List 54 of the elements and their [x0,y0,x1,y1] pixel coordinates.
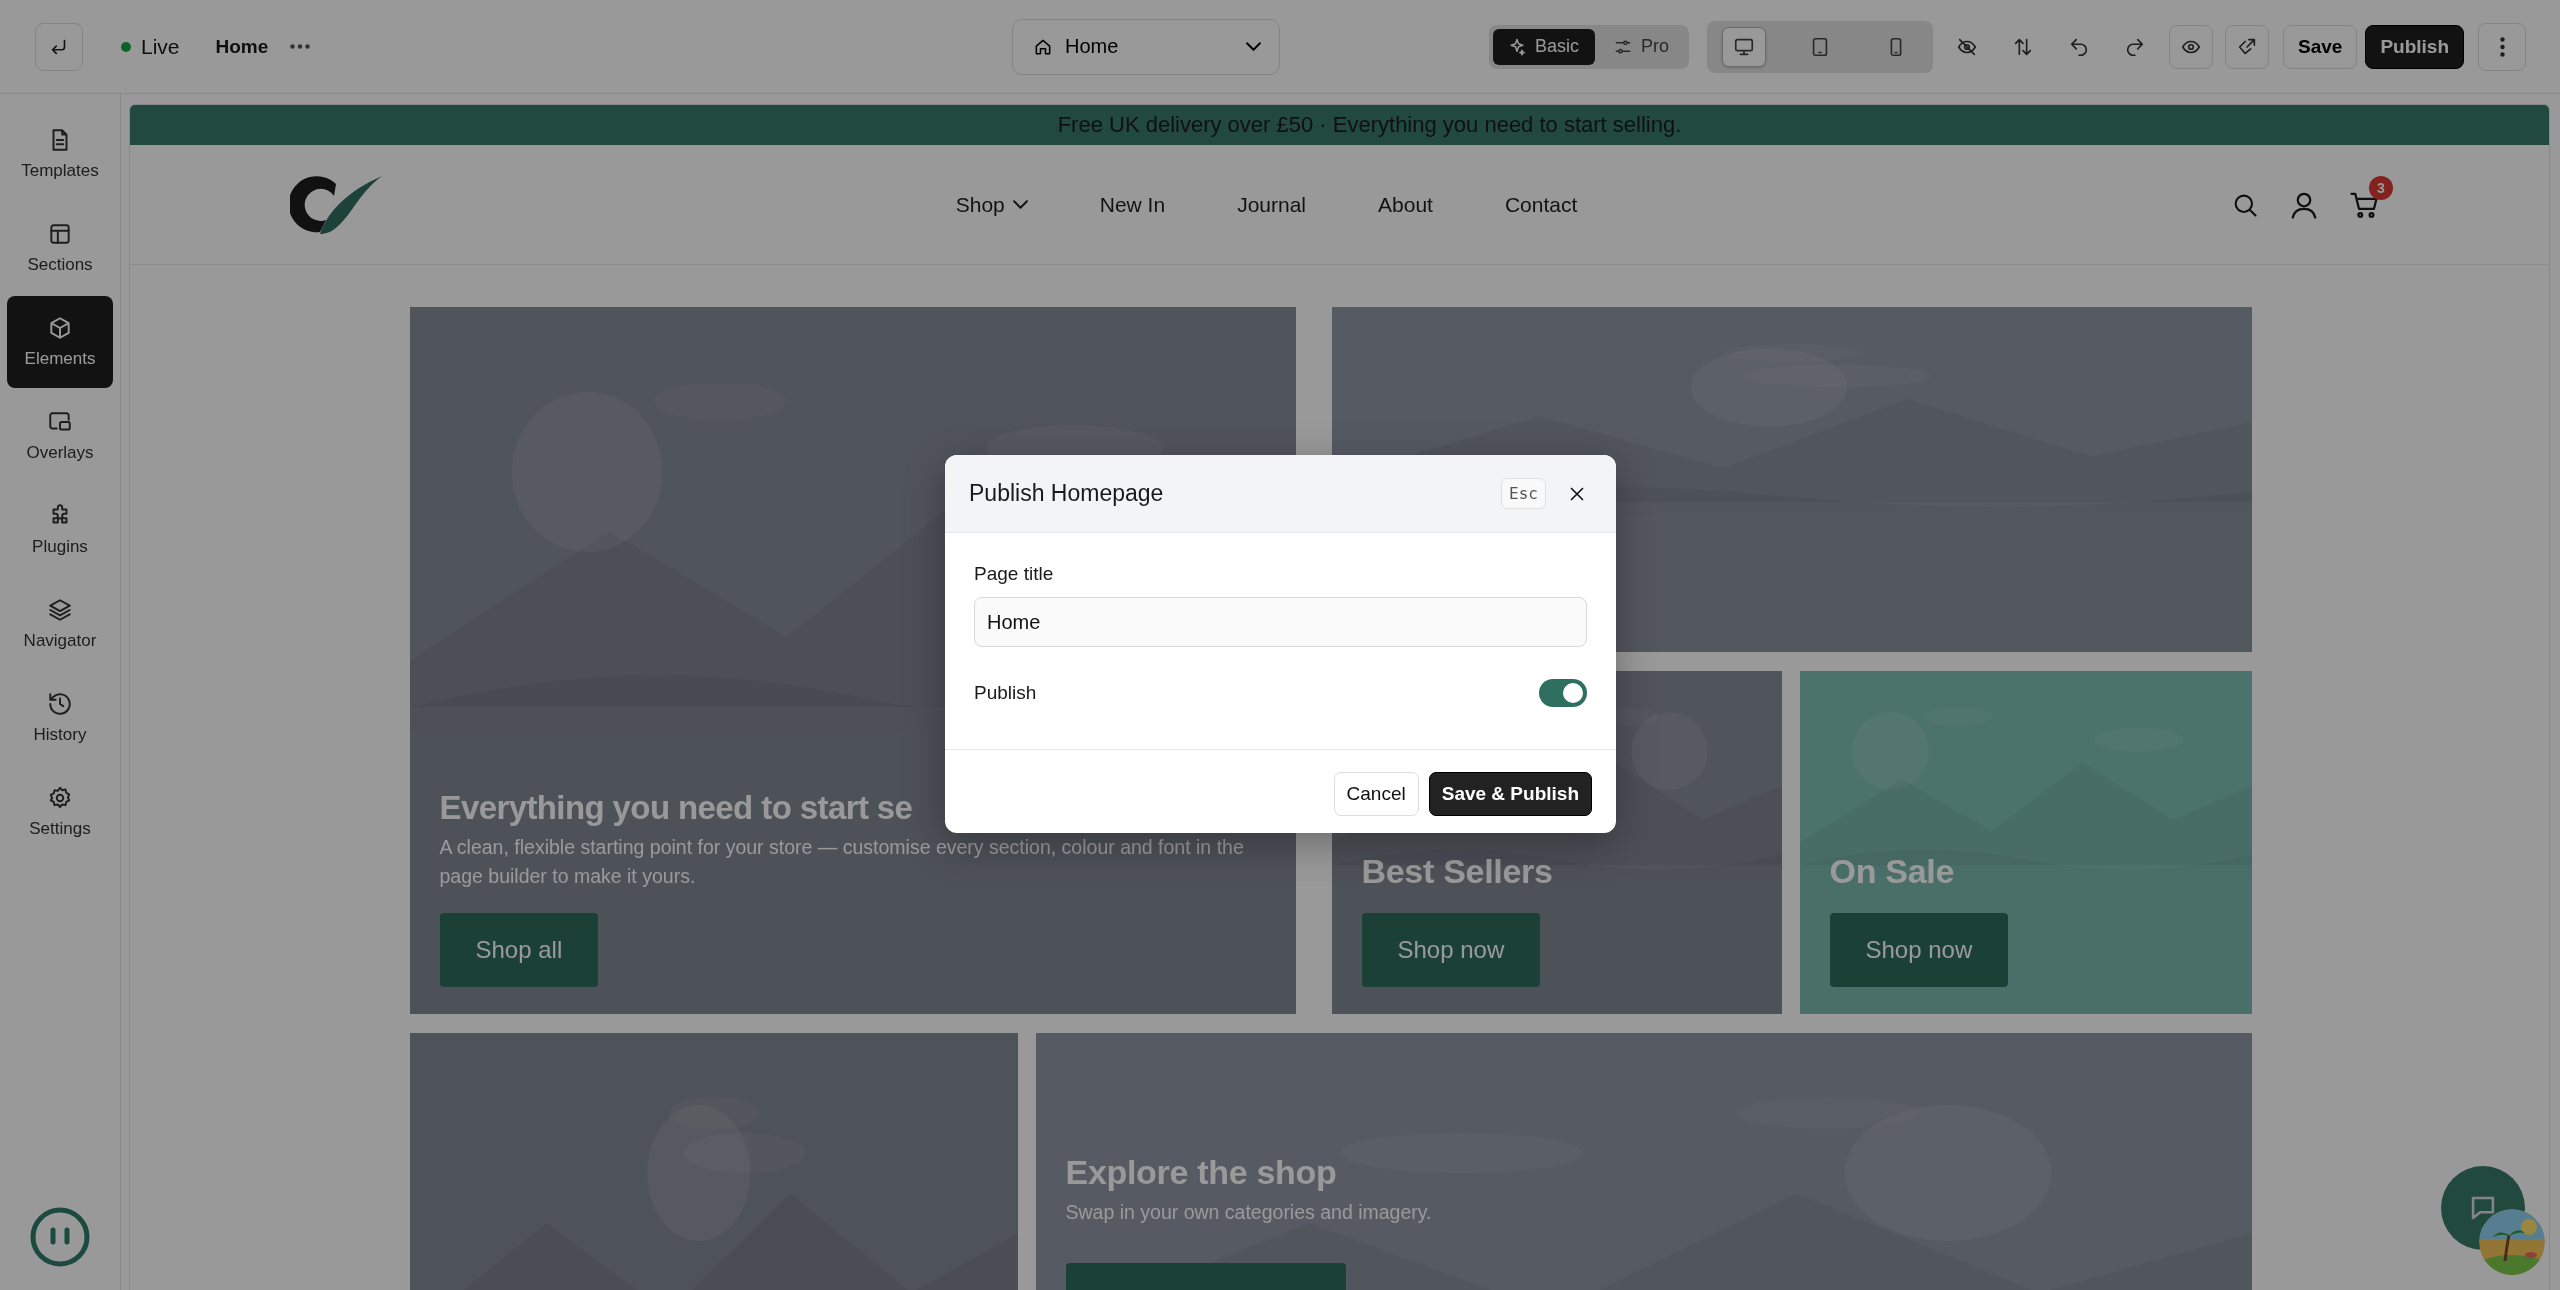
field-label: Page title [974,563,1055,585]
tile-heading: On Sale [1829,852,1954,891]
sidebar-item[interactable]: Sections [7,202,113,294]
cube-icon [47,315,73,341]
chevron-down-icon [1246,42,1261,51]
sidebar-item[interactable]: Templates [7,108,113,200]
nav-link[interactable]: Shop [955,192,1028,217]
shop-button[interactable]: Shop now [1829,913,2009,987]
sidebar-item[interactable]: History [7,672,113,764]
sidebar-item[interactable]: Settings [7,766,113,858]
nav-link[interactable]: Journal [1237,192,1306,217]
sidebar-item[interactable]: Navigator [7,578,113,670]
more-vertical-icon [2499,36,2505,57]
tile-heading: Best Sellers [1361,852,1553,891]
publish-toggle[interactable] [1539,679,1587,707]
mode-tab[interactable]: Pro [1599,28,1685,65]
history-icon [47,691,73,717]
tile-text: A clean, flexible starting point for your store — customise every section, colour and font in the page builder to make it yours. [439,834,1245,889]
sidebar-item[interactable]: Plugins [7,484,113,576]
chevron-down-icon [1012,200,1028,209]
cart-badge: 3 [2369,175,2393,200]
save-button[interactable]: Save [2283,24,2358,69]
layout-icon [47,221,73,247]
page-name: Home [215,35,269,58]
layers-icon [47,597,73,623]
page-selector[interactable]: Home [1012,18,1280,75]
back-button[interactable] [35,22,83,71]
sidebar-item[interactable]: Overlays [7,390,113,482]
page-title-field[interactable]: Home [974,597,1587,647]
dialog-title: Publish Homepage [969,480,1165,507]
preview-button[interactable] [2169,24,2213,69]
nav-link[interactable]: About [1378,192,1433,217]
shop-button[interactable]: Shop now [1361,913,1541,987]
announcement-bar: Free UK delivery over £50 · Everything you need to start selling. [130,105,2549,145]
tile-text: Swap in your own categories and imagery. [1065,1200,1432,1225]
nav-link[interactable]: New In [1099,192,1166,217]
shortcut-key: Esc [1501,478,1546,509]
device-button[interactable] [1722,26,1766,67]
mode-tab[interactable]: Basic [1492,28,1595,65]
sidebar-item[interactable]: Elements [7,296,113,388]
save-publish-button[interactable]: Save & Publish [1428,772,1592,816]
face-icon[interactable] [29,1206,91,1268]
more-icon[interactable] [290,44,311,49]
tile-heading: Explore the shop [1065,1153,1337,1192]
toggle-label: Publish [974,682,1037,704]
gear-icon [47,785,73,811]
status-dot [121,41,131,52]
tile-heading: Everything you need to start se [439,788,913,827]
publish-button[interactable]: Publish [2365,24,2464,69]
status-label: Live [141,34,180,59]
open-button[interactable] [2225,24,2269,69]
cancel-button[interactable]: Cancel [1333,772,1419,816]
shop-button[interactable]: Shop all [439,913,599,987]
nav-link[interactable]: Contact [1504,192,1578,217]
